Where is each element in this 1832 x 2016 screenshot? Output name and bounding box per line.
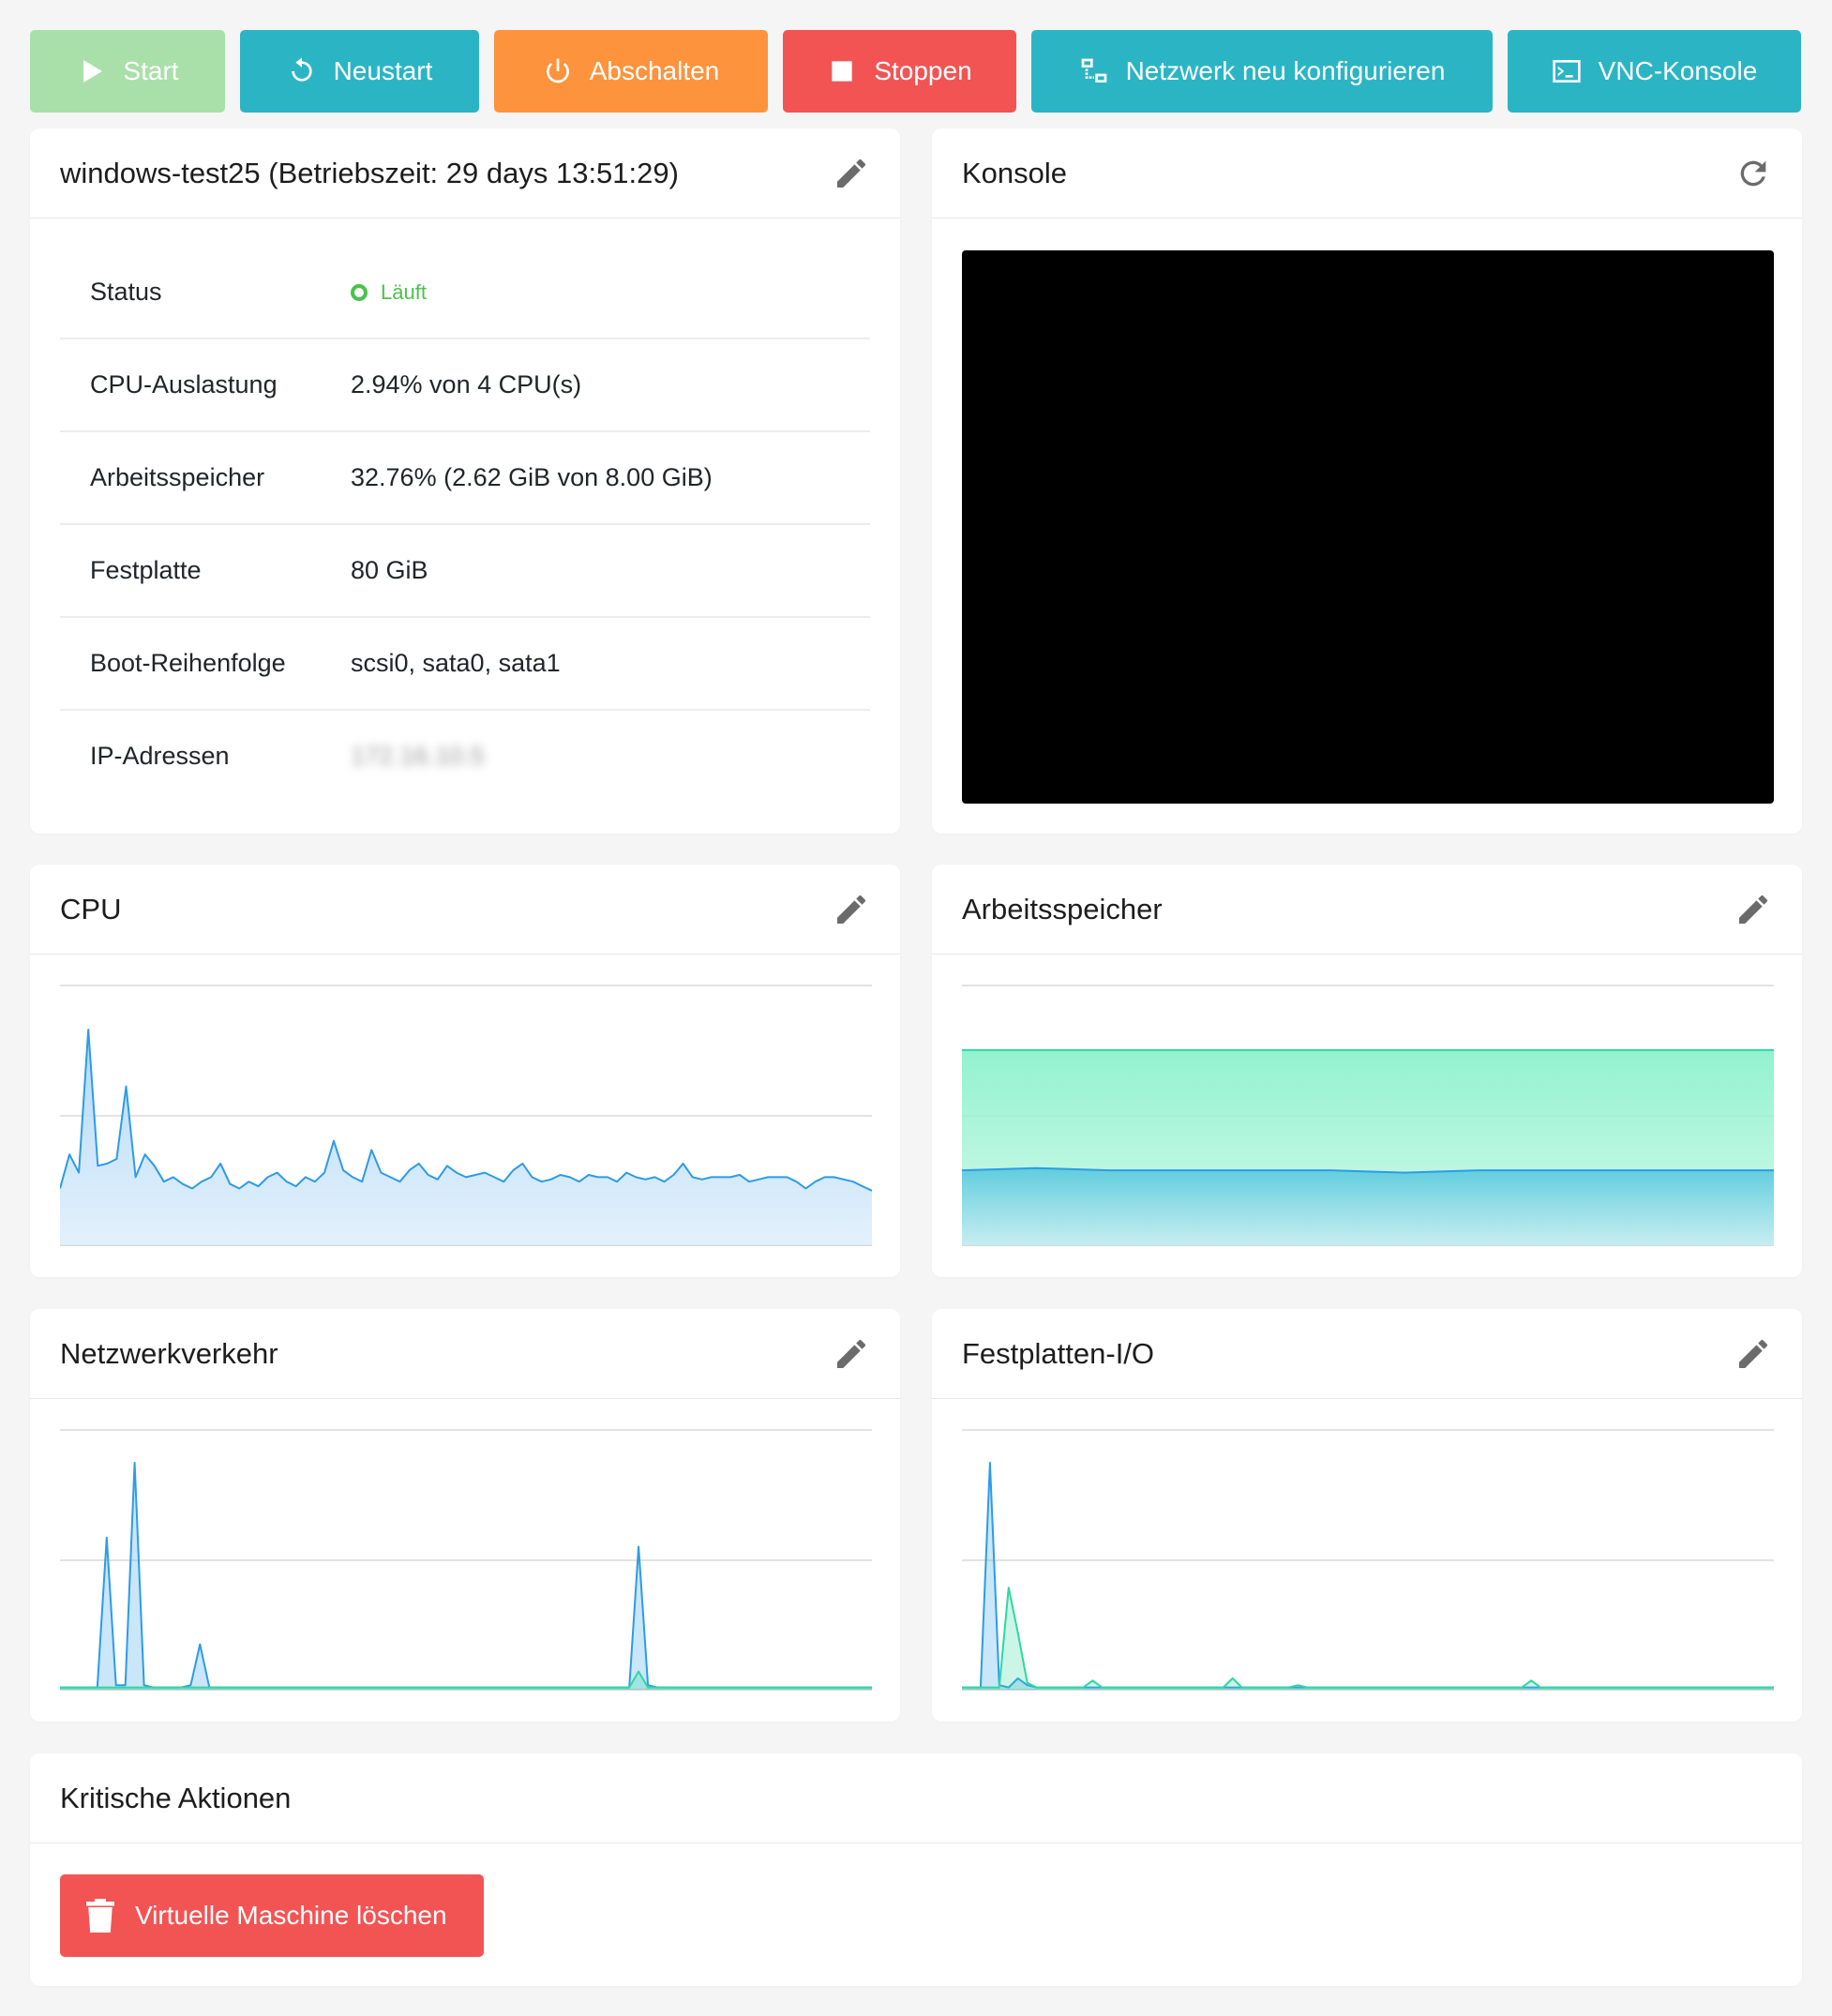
memory-header: Arbeitsspeicher	[932, 865, 1802, 955]
delete-vm-button[interactable]: Virtuelle Maschine löschen	[60, 1874, 484, 1957]
network-card: Netzwerkverkehr	[30, 1309, 900, 1722]
info-row-memory: Arbeitsspeicher 32.76% (2.62 GiB von 8.0…	[60, 432, 870, 525]
stop-button[interactable]: Stoppen	[783, 30, 1016, 113]
shutdown-button[interactable]: Abschalten	[494, 30, 768, 113]
cpu-usage-area	[60, 1030, 872, 1245]
info-label: Festplatte	[90, 556, 202, 584]
memory-used-area	[962, 1167, 1774, 1245]
edit-icon[interactable]	[1734, 1335, 1772, 1373]
info-value: 80 GiB	[351, 556, 428, 584]
disk-card: Festplatten-I/O	[932, 1309, 1802, 1722]
network-label: Netzwerk neu konfigurieren	[1125, 56, 1446, 85]
cpu-usage-line	[60, 1029, 872, 1192]
edit-icon[interactable]	[1734, 891, 1772, 928]
cpu-title: CPU	[60, 892, 122, 925]
info-label: Boot-Reihenfolge	[90, 649, 286, 677]
stop-icon	[832, 61, 852, 82]
vm-info-table: Status Läuft CPU-Auslastung 2.94% von 4 …	[30, 218, 900, 802]
reconfigure-network-button[interactable]: Netzwerk neu konfigurieren	[1031, 30, 1493, 113]
disk-write-area	[962, 1587, 1774, 1690]
edit-icon[interactable]	[833, 891, 870, 928]
info-label: IP-Adressen	[90, 742, 230, 770]
info-value: scsi0, sata0, sata1	[351, 649, 561, 677]
disk-read-area	[962, 1463, 1774, 1690]
cpu-header: CPU	[30, 865, 900, 955]
console-header: Konsole	[932, 128, 1802, 218]
network-header: Netzwerkverkehr	[30, 1309, 900, 1399]
network-write-line	[60, 1670, 872, 1689]
status-circle-icon	[351, 283, 368, 301]
network-chart	[60, 1429, 872, 1691]
network-read-area	[60, 1463, 872, 1690]
network-title: Netzwerkverkehr	[60, 1336, 278, 1370]
disk-write-line	[962, 1587, 1774, 1689]
vnc-console-button[interactable]: VNC-Konsole	[1508, 30, 1801, 113]
vm-title: windows-test25 (Betriebszeit: 29 days 13…	[60, 156, 679, 189]
action-toolbar: Start Neustart Abschalten Stoppen Netzwe…	[30, 30, 1802, 113]
restart-label: Neustart	[333, 56, 433, 85]
play-icon	[83, 60, 103, 83]
edit-icon[interactable]	[833, 1335, 870, 1373]
network-read-line	[60, 1462, 872, 1689]
vm-info-header: windows-test25 (Betriebszeit: 29 days 13…	[30, 128, 900, 218]
disk-title: Festplatten-I/O	[962, 1336, 1155, 1370]
console-title: Konsole	[962, 156, 1068, 189]
disk-header: Festplatten-I/O	[932, 1309, 1802, 1399]
refresh-icon[interactable]	[1734, 155, 1772, 192]
start-label: Start	[123, 56, 179, 85]
info-row-cpu: CPU-Auslastung 2.94% von 4 CPU(s)	[60, 339, 870, 432]
memory-card: Arbeitsspeicher	[932, 865, 1802, 1277]
console-card: Konsole	[932, 128, 1802, 834]
trash-icon	[86, 1899, 114, 1933]
status-badge: Läuft	[351, 280, 870, 305]
info-row-status: Status Läuft	[60, 247, 870, 339]
ip-address-value: 172.16.10.5	[351, 742, 485, 770]
memory-chart	[962, 985, 1774, 1246]
delete-vm-label: Virtuelle Maschine löschen	[135, 1901, 447, 1930]
restart-icon	[291, 57, 312, 82]
vnc-label: VNC-Konsole	[1598, 56, 1758, 85]
info-row-disk: Festplatte 80 GiB	[60, 525, 870, 618]
disk-chart	[962, 1429, 1774, 1691]
start-button[interactable]: Start	[30, 30, 225, 113]
vm-info-card: windows-test25 (Betriebszeit: 29 days 13…	[30, 128, 900, 834]
info-label: Status	[90, 278, 162, 306]
memory-title: Arbeitsspeicher	[962, 892, 1163, 925]
stop-label: Stoppen	[874, 56, 972, 85]
disk-read-line	[962, 1462, 1774, 1689]
edit-icon[interactable]	[833, 155, 870, 192]
critical-actions-header: Kritische Aktionen	[30, 1753, 1802, 1843]
info-label: Arbeitsspeicher	[90, 463, 265, 491]
critical-actions-title: Kritische Aktionen	[60, 1781, 292, 1814]
restart-button[interactable]: Neustart	[240, 30, 479, 113]
info-row-boot-order: Boot-Reihenfolge scsi0, sata0, sata1	[60, 618, 870, 711]
vm-detail-page: Start Neustart Abschalten Stoppen Netzwe…	[0, 0, 1832, 2016]
info-value: Läuft	[351, 280, 870, 305]
critical-actions-card: Kritische Aktionen Virtuelle Maschine lö…	[30, 1753, 1802, 1986]
info-value: 2.94% von 4 CPU(s)	[351, 370, 582, 399]
power-icon	[546, 58, 569, 83]
cpu-card: CPU	[30, 865, 900, 1277]
terminal-icon	[1553, 60, 1581, 83]
network-icon	[1081, 58, 1106, 83]
status-text: Läuft	[381, 279, 427, 304]
info-label: CPU-Auslastung	[90, 370, 278, 399]
shutdown-label: Abschalten	[589, 56, 720, 85]
info-value: 32.76% (2.62 GiB von 8.00 GiB)	[351, 463, 713, 491]
console-screen[interactable]	[962, 250, 1774, 804]
info-row-ip: IP-Adressen 172.16.10.5	[60, 711, 870, 802]
cpu-chart	[60, 985, 872, 1246]
